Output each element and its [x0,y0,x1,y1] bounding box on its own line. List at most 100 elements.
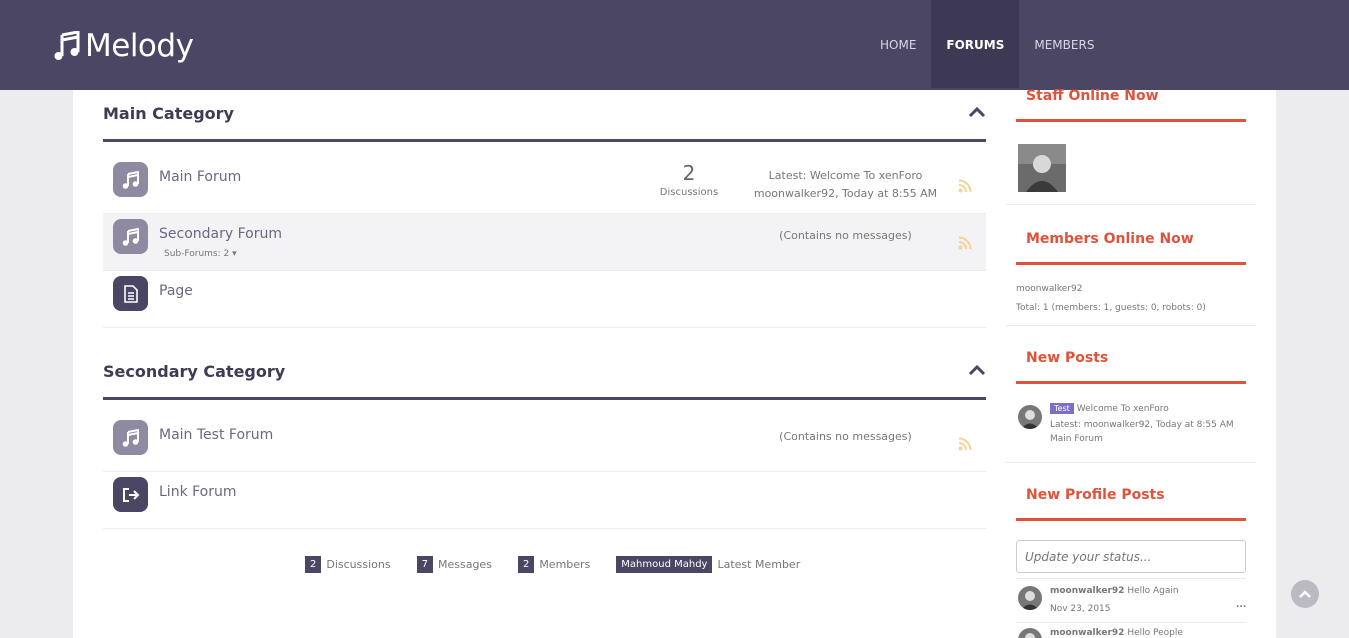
profile-post-item: moonwalker92 Hello Again [1050,586,1179,596]
music-note-icon [122,428,139,447]
forum-icon [113,219,148,254]
profile-post-date[interactable]: Nov 23, 2015 [1050,604,1111,614]
last-post-title[interactable]: Latest: Welcome To xenForo [743,167,948,185]
node-last-post: Latest: Welcome To xenForo moonwalker92,… [743,167,948,203]
collapse-icon[interactable] [968,364,986,376]
category-secondary: Secondary Category Main Test Forum (Cont… [103,348,986,529]
members-label: Members [539,557,591,571]
divider [1016,622,1246,623]
caret-down-icon: ▾ [232,249,237,259]
category-header: Secondary Category [103,348,986,400]
no-messages-text: (Contains no messages) [779,430,912,443]
user-photo-icon [1018,405,1042,429]
members-online-block: Members Online Now moonwalker92 Total: 1… [1006,205,1256,326]
category-header: Main Category [103,90,986,142]
messages-label: Messages [437,557,492,571]
subforums-toggle[interactable]: Sub-Forums: 2 ▾ [164,249,237,259]
profile-post-text: Hello People [1127,628,1183,638]
external-link-icon [122,487,139,502]
node-title[interactable]: Main Test Forum [159,427,273,443]
new-profile-posts-header: New Profile Posts [1016,487,1246,521]
rss-icon[interactable] [958,236,972,250]
node-title[interactable]: Main Forum [159,169,241,185]
subforums-label: Sub-Forums: 2 [164,249,230,259]
site-logo[interactable]: Melody [54,26,194,66]
latest-member-label: Latest Member [717,557,801,571]
divider [1016,578,1246,579]
rss-icon[interactable] [958,179,972,193]
nav-members[interactable]: MEMBERS [1019,0,1109,88]
profile-post-user[interactable]: moonwalker92 [1050,586,1124,596]
main-nav: HOME FORUMS MEMBERS [865,0,1109,88]
avatar[interactable] [1018,405,1042,429]
members-count: 2 [517,555,535,573]
discussion-count: 2 [682,161,696,185]
discussion-label: Discussions [659,187,719,198]
new-post-forum[interactable]: Main Forum [1050,434,1103,444]
latest-member-link[interactable]: Mahmoud Mahdy [616,555,713,573]
node-title[interactable]: Secondary Forum [159,226,282,242]
site-header: Melody HOME FORUMS MEMBERS [0,0,1349,90]
profile-post-user[interactable]: moonwalker92 [1050,628,1124,638]
user-photo-icon [1018,586,1042,610]
new-profile-posts-title: New Profile Posts [1026,487,1165,503]
nav-forums[interactable]: FORUMS [931,0,1020,88]
staff-online-block: Staff Online Now [1006,88,1256,205]
collapse-icon[interactable] [968,106,986,118]
music-note-icon [54,31,80,60]
stat-latest-member: Mahmoud Mahdy Latest Member [616,555,801,573]
category-main: Main Category Main Forum 2 Discussions L… [103,90,986,328]
online-member-link[interactable]: moonwalker92 [1016,284,1082,294]
forum-node-page: Page [103,271,986,328]
messages-count: 7 [416,555,433,573]
new-posts-title: New Posts [1026,350,1109,366]
new-post-title[interactable]: Welcome To xenForo [1077,404,1169,414]
profile-post-item: moonwalker92 Hello People [1050,628,1183,638]
new-posts-header: New Posts [1016,350,1246,384]
discussions-count: 2 [305,555,322,573]
node-title[interactable]: Link Forum [159,484,237,500]
stat-discussions: 2 Discussions [305,555,391,573]
rss-icon[interactable] [958,437,972,451]
members-online-header: Members Online Now [1016,231,1246,265]
online-total-text: Total: 1 (members: 1, guests: 0, robots:… [1016,303,1206,313]
forum-icon [113,162,148,197]
new-post-line: Test Welcome To xenForo [1050,403,1169,414]
scroll-to-top-button[interactable] [1291,580,1319,608]
node-title[interactable]: Page [159,283,193,299]
status-update-input[interactable] [1016,540,1246,573]
category-title[interactable]: Main Category [103,104,234,123]
nav-home[interactable]: HOME [865,0,931,88]
forum-stats: 2 Discussions 7 Messages 2 Members Mahmoud … [305,554,826,574]
new-posts-block: New Posts Test Welcome To xenForo Latest:… [1006,326,1256,463]
no-messages-text: (Contains no messages) [779,229,912,242]
stat-messages: 7 Messages [416,555,492,573]
forum-node-main-forum: Main Forum 2 Discussions Latest: Welcome… [103,157,986,214]
site-name: Melody [85,28,194,64]
more-options-icon[interactable]: ... [1236,600,1246,610]
staff-online-title: Staff Online Now [1026,88,1159,104]
forum-node-link-forum: Link Forum [103,472,986,529]
node-stats: 2 Discussions [651,161,727,198]
document-icon [123,284,138,303]
stat-members: 2 Members [517,555,591,573]
members-online-title: Members Online Now [1026,231,1194,247]
forum-node-main-test-forum: Main Test Forum (Contains no messages) [103,415,986,472]
discussions-label: Discussions [326,557,391,571]
link-node-icon [113,477,148,512]
page-node-icon [113,276,148,311]
new-post-latest[interactable]: Latest: moonwalker92, Today at 8:55 AM [1050,420,1234,430]
post-prefix-tag[interactable]: Test [1050,403,1074,414]
category-title[interactable]: Secondary Category [103,362,285,381]
node-last-post: (Contains no messages) [743,227,948,245]
forum-icon [113,420,148,455]
node-last-post: (Contains no messages) [743,428,948,446]
avatar[interactable] [1018,144,1066,192]
forum-node-secondary-forum: Secondary Forum Sub-Forums: 2 ▾ (Contain… [103,214,986,271]
user-photo-icon [1018,144,1066,192]
music-note-icon [122,227,139,246]
chevron-up-icon [1299,590,1311,598]
last-post-meta[interactable]: moonwalker92, Today at 8:55 AM [743,185,948,203]
avatar[interactable] [1018,586,1042,610]
music-note-icon [122,170,139,189]
